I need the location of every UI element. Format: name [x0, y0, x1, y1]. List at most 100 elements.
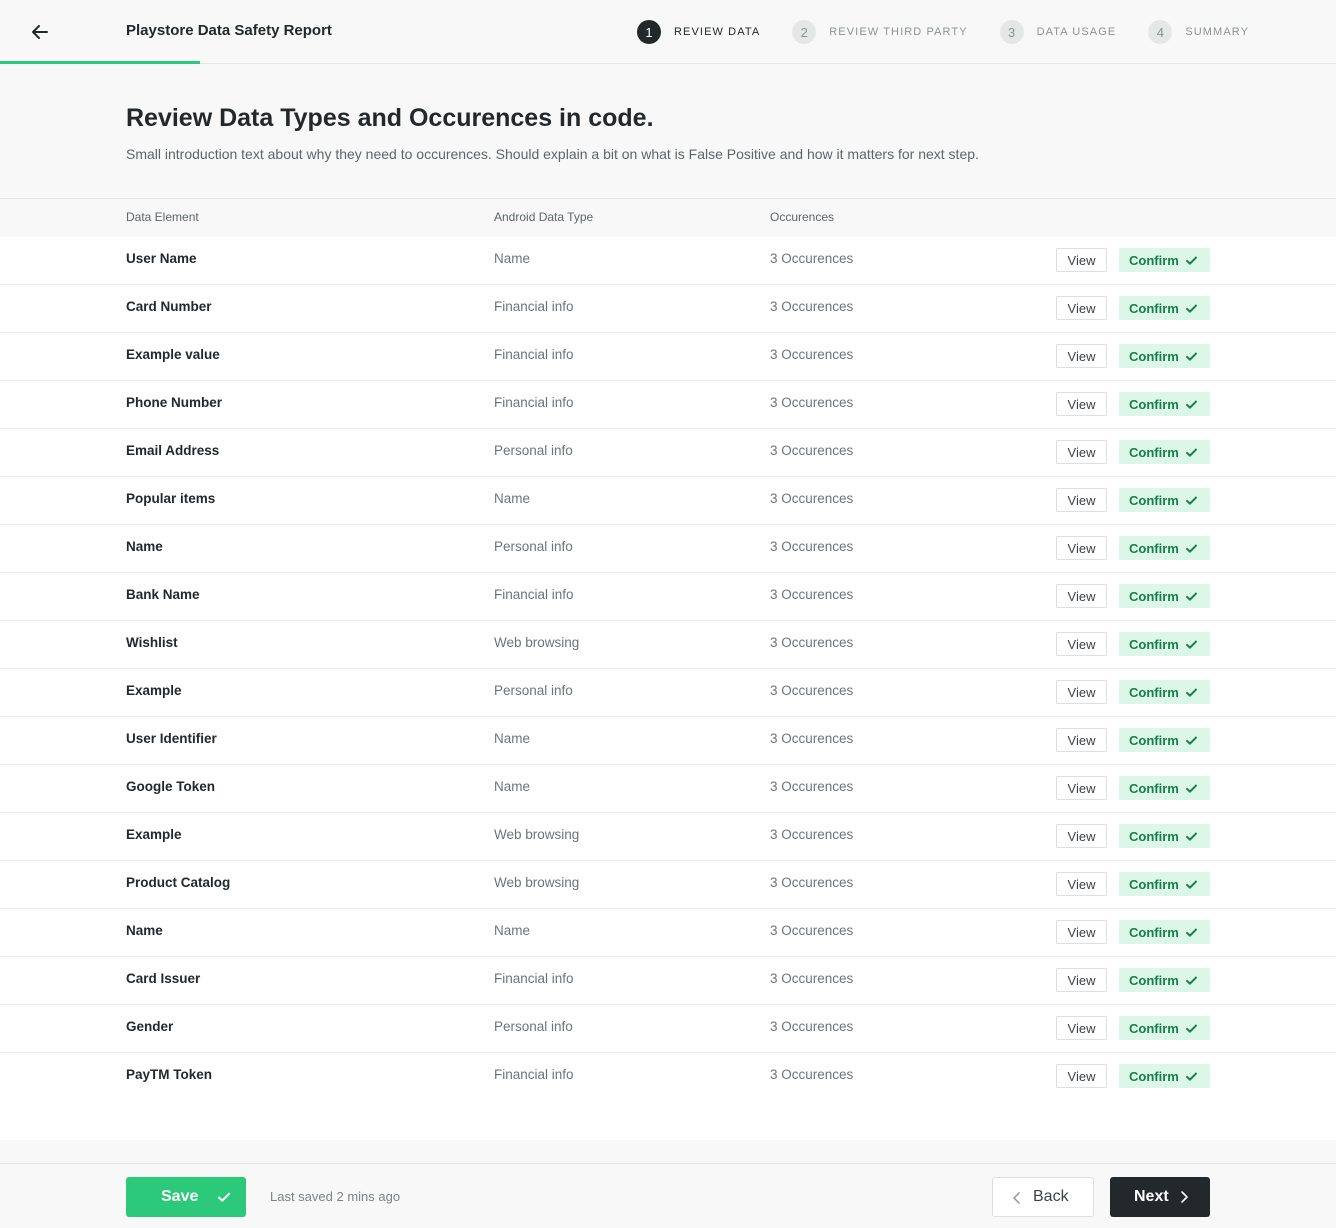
confirm-button[interactable]: Confirm — [1119, 392, 1210, 416]
check-icon — [1185, 592, 1197, 601]
step-label: REVIEW THIRD PARTY — [829, 26, 968, 38]
android-data-type-cell: Financial info — [494, 587, 574, 602]
view-button[interactable]: View — [1056, 680, 1107, 704]
confirm-button-label: Confirm — [1129, 780, 1179, 796]
column-header-data-element: Data Element — [126, 210, 199, 224]
confirm-button[interactable]: Confirm — [1119, 776, 1210, 800]
view-button[interactable]: View — [1056, 344, 1107, 368]
confirm-button[interactable]: Confirm — [1119, 920, 1210, 944]
confirm-button[interactable]: Confirm — [1119, 728, 1210, 752]
view-button-label: View — [1067, 828, 1096, 844]
view-button[interactable]: View — [1056, 392, 1107, 416]
step-number: 4 — [1148, 20, 1173, 44]
android-data-type-cell: Web browsing — [494, 827, 580, 842]
table-header: Data Element Android Data Type Occurence… — [0, 198, 1336, 238]
table-row: Bank Name Financial info 3 Occurences View C… — [0, 573, 1336, 621]
data-element-cell: Example — [126, 683, 182, 698]
check-icon — [1185, 688, 1197, 697]
occurences-cell: 3 Occurences — [770, 299, 854, 314]
confirm-button[interactable]: Confirm — [1119, 872, 1210, 896]
confirm-button-label: Confirm — [1129, 732, 1179, 748]
view-button[interactable]: View — [1056, 920, 1107, 944]
confirm-button[interactable]: Confirm — [1119, 968, 1210, 992]
confirm-button-label: Confirm — [1129, 1020, 1179, 1036]
view-button[interactable]: View — [1056, 488, 1107, 512]
confirm-button[interactable]: Confirm — [1119, 248, 1210, 272]
table-row: Example Web browsing 3 Occurences View Confi… — [0, 813, 1336, 861]
confirm-button-label: Confirm — [1129, 492, 1179, 508]
table-row: Example value Financial info 3 Occurences V… — [0, 333, 1336, 381]
confirm-button-label: Confirm — [1129, 924, 1179, 940]
step-data-usage[interactable]: 3 DATA USAGE — [999, 20, 1117, 44]
view-button[interactable]: View — [1056, 584, 1107, 608]
android-data-type-cell: Web browsing — [494, 635, 580, 650]
app-title: Playstore Data Safety Report — [126, 22, 332, 39]
table-row: Name Personal info 3 Occurences View Confirm — [0, 525, 1336, 573]
check-icon — [1185, 736, 1197, 745]
android-data-type-cell: Financial info — [494, 347, 574, 362]
view-button-label: View — [1067, 684, 1096, 700]
check-icon — [1185, 784, 1197, 793]
confirm-button-label: Confirm — [1129, 588, 1179, 604]
confirm-button[interactable]: Confirm — [1119, 584, 1210, 608]
next-button-label: Next — [1134, 1188, 1169, 1205]
view-button[interactable]: View — [1056, 536, 1107, 560]
view-button-label: View — [1067, 492, 1096, 508]
confirm-button[interactable]: Confirm — [1119, 824, 1210, 848]
view-button[interactable]: View — [1056, 728, 1107, 752]
occurences-cell: 3 Occurences — [770, 923, 854, 938]
table-row: Email Address Personal info 3 Occurences Vi… — [0, 429, 1336, 477]
data-element-cell: Wishlist — [126, 635, 178, 650]
check-icon — [1185, 544, 1197, 553]
android-data-type-cell: Name — [494, 779, 531, 794]
confirm-button[interactable]: Confirm — [1119, 344, 1210, 368]
view-button-label: View — [1067, 540, 1096, 556]
arrow-left-icon[interactable] — [28, 20, 52, 44]
view-button[interactable]: View — [1056, 776, 1107, 800]
check-icon — [1185, 832, 1197, 841]
view-button[interactable]: View — [1056, 968, 1107, 992]
view-button[interactable]: View — [1056, 1064, 1107, 1088]
confirm-button[interactable]: Confirm — [1119, 680, 1210, 704]
step-review-data[interactable]: 1 REVIEW DATA — [637, 20, 760, 44]
confirm-button-label: Confirm — [1129, 636, 1179, 652]
view-button-label: View — [1067, 252, 1096, 268]
confirm-button[interactable]: Confirm — [1119, 1016, 1210, 1040]
confirm-button[interactable]: Confirm — [1119, 632, 1210, 656]
check-icon — [1185, 448, 1197, 457]
page-title: Review Data Types and Occurences in code… — [126, 104, 654, 132]
view-button[interactable]: View — [1056, 440, 1107, 464]
view-button[interactable]: View — [1056, 632, 1107, 656]
confirm-button[interactable]: Confirm — [1119, 1064, 1210, 1088]
next-button[interactable]: Next — [1110, 1177, 1210, 1217]
view-button[interactable]: View — [1056, 872, 1107, 896]
view-button[interactable]: View — [1056, 296, 1107, 320]
back-button[interactable]: Back — [992, 1177, 1094, 1217]
occurences-cell: 3 Occurences — [770, 827, 854, 842]
android-data-type-cell: Financial info — [494, 1067, 574, 1082]
confirm-button[interactable]: Confirm — [1119, 440, 1210, 464]
check-icon — [1185, 496, 1197, 505]
view-button-label: View — [1067, 588, 1096, 604]
view-button[interactable]: View — [1056, 248, 1107, 272]
save-button[interactable]: Save — [126, 1177, 246, 1217]
chevron-right-icon — [1181, 1191, 1188, 1203]
confirm-button[interactable]: Confirm — [1119, 536, 1210, 560]
check-icon — [1185, 352, 1197, 361]
confirm-button[interactable]: Confirm — [1119, 488, 1210, 512]
android-data-type-cell: Name — [494, 923, 531, 938]
step-summary[interactable]: 4 SUMMARY — [1148, 20, 1249, 44]
footer-bar: Save Last saved 2 mins ago Back Next — [0, 1163, 1336, 1228]
view-button-label: View — [1067, 876, 1096, 892]
view-button[interactable]: View — [1056, 824, 1107, 848]
check-icon — [218, 1192, 230, 1202]
android-data-type-cell: Personal info — [494, 539, 573, 554]
occurences-cell: 3 Occurences — [770, 779, 854, 794]
table-row: Popular items Name 3 Occurences View Confirm — [0, 477, 1336, 525]
confirm-button-label: Confirm — [1129, 972, 1179, 988]
table-row: Google Token Name 3 Occurences View Confirm — [0, 765, 1336, 813]
confirm-button[interactable]: Confirm — [1119, 296, 1210, 320]
step-review-third-party[interactable]: 2 REVIEW THIRD PARTY — [792, 20, 967, 44]
chevron-left-icon — [1013, 1192, 1020, 1204]
view-button[interactable]: View — [1056, 1016, 1107, 1040]
